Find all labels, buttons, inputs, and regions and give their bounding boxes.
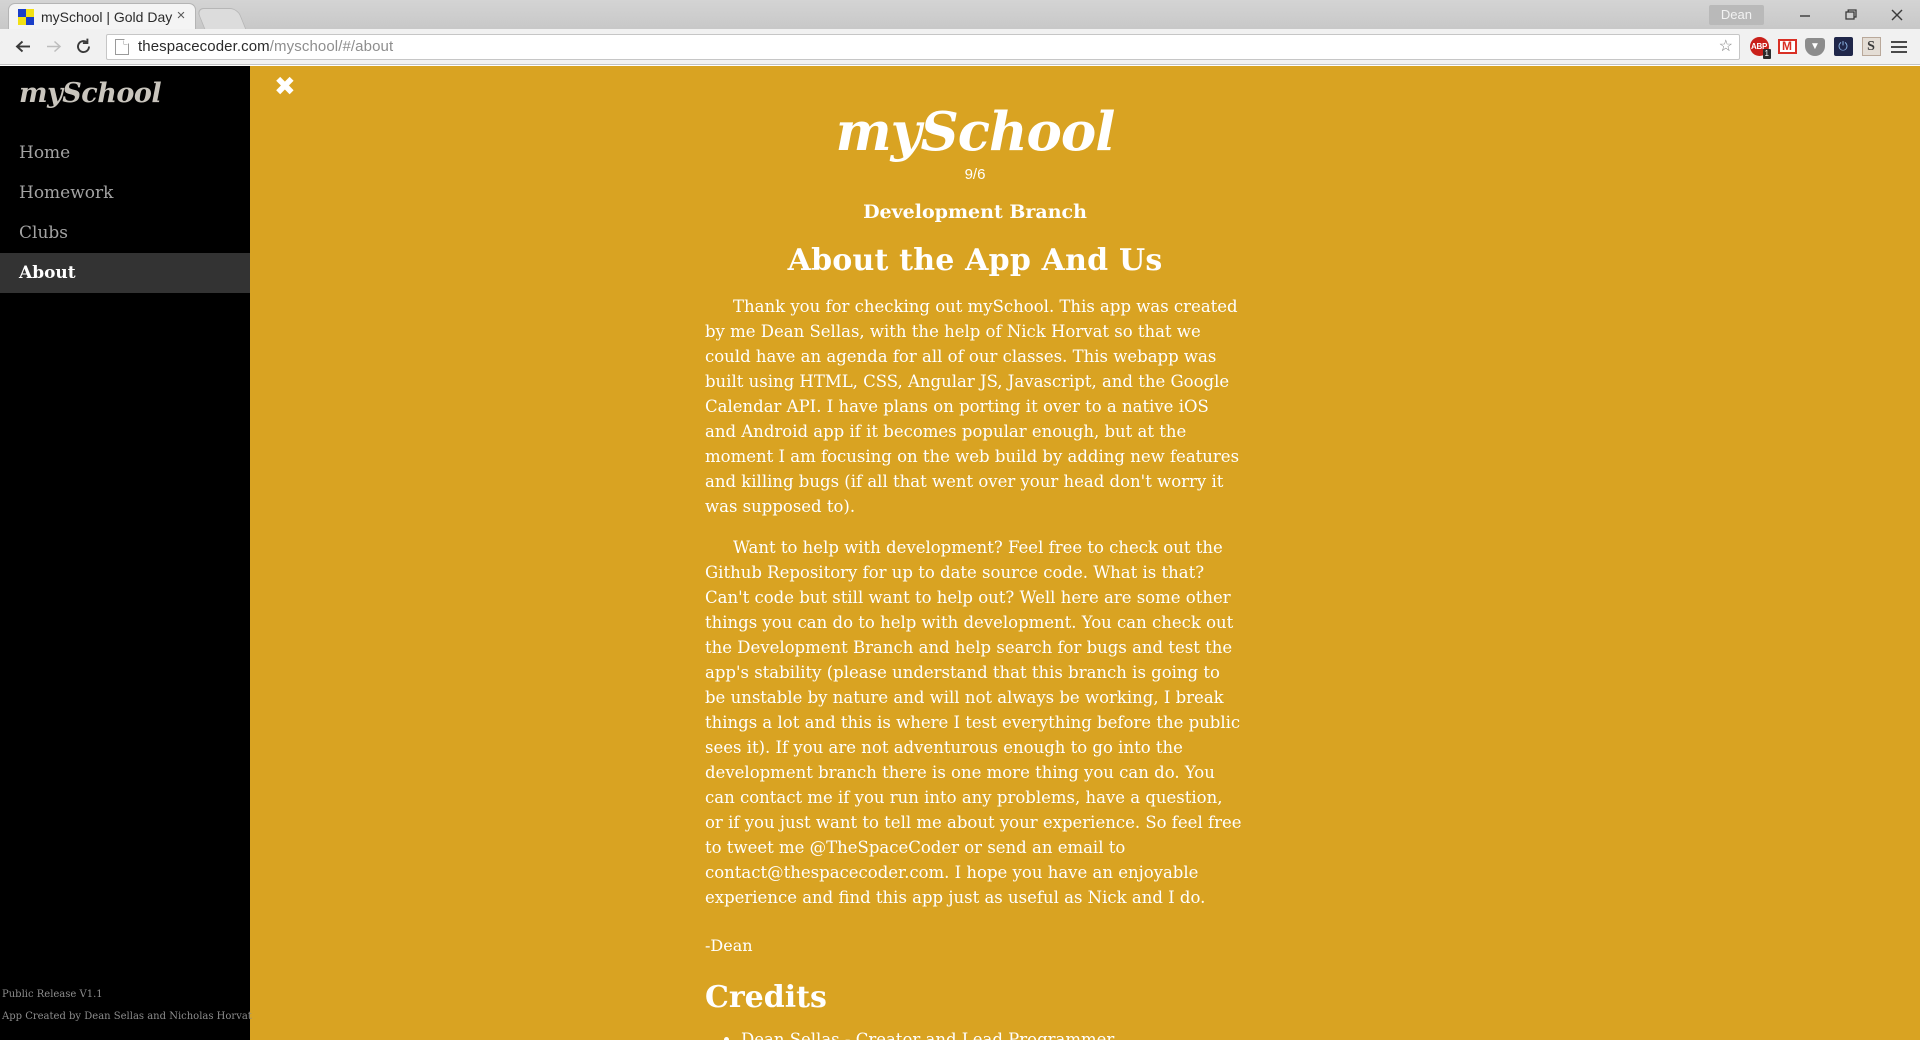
current-date: 9/6 bbox=[964, 166, 986, 183]
tab-title: mySchool | Gold Day bbox=[41, 8, 173, 25]
signature: -Dean bbox=[705, 936, 753, 955]
gmail-icon[interactable]: M bbox=[1774, 34, 1800, 60]
sidebar-footer: Public Release V1.1 App Created by Dean … bbox=[0, 984, 252, 1028]
browser-window: mySchool | Gold Day × Dean thespacecoder… bbox=[0, 0, 1920, 1040]
address-bar[interactable]: thespacecoder.com/myschool/#/about ☆ bbox=[106, 33, 1740, 60]
window-controls: Dean bbox=[1708, 0, 1920, 29]
maximize-button[interactable] bbox=[1828, 0, 1874, 29]
main-content: ✖ mySchool 9/6 Development Branch About … bbox=[250, 66, 1920, 1040]
close-window-button[interactable] bbox=[1874, 0, 1920, 29]
bookmark-star-icon[interactable]: ☆ bbox=[1719, 38, 1733, 55]
sidebar-item-about[interactable]: About bbox=[0, 253, 250, 293]
stumbleupon-icon[interactable]: S bbox=[1858, 34, 1884, 60]
pocket-icon[interactable]: ▼ bbox=[1802, 34, 1828, 60]
favicon-icon bbox=[18, 8, 34, 25]
list-item: Dean Sellas - Creator and Lead Programme… bbox=[741, 1029, 1245, 1040]
close-icon[interactable]: ✖ bbox=[274, 74, 296, 100]
page-viewport: mySchool Home Homework Clubs About Publi… bbox=[0, 66, 1920, 1040]
sidebar: mySchool Home Homework Clubs About Publi… bbox=[0, 66, 252, 1040]
content-column: mySchool 9/6 Development Branch About th… bbox=[705, 66, 1245, 1040]
page-title: About the App And Us bbox=[787, 243, 1163, 278]
app-credit-text: App Created by Dean Sellas and Nicholas … bbox=[2, 1011, 252, 1022]
adblock-badge: 1 bbox=[1762, 48, 1771, 59]
about-paragraph-1: Thank you for checking out mySchool. Thi… bbox=[705, 297, 1240, 516]
browser-toolbar: thespacecoder.com/myschool/#/about ☆ ABP… bbox=[0, 29, 1920, 65]
extension-bar: ABP 1 M ▼ ⏻ S bbox=[1746, 34, 1912, 60]
tab-strip: mySchool | Gold Day × Dean bbox=[0, 0, 1920, 29]
page-info-icon[interactable] bbox=[115, 38, 129, 55]
url-domain: thespacecoder.com bbox=[138, 38, 270, 55]
sidebar-nav: Home Homework Clubs About bbox=[0, 133, 250, 293]
branch-label: Development Branch bbox=[863, 201, 1087, 223]
url-path: /myschool/#/about bbox=[269, 38, 394, 55]
about-paragraph-2: Want to help with development? Feel free… bbox=[705, 538, 1242, 907]
reload-button-icon[interactable] bbox=[68, 32, 98, 62]
adblock-plus-icon[interactable]: ABP 1 bbox=[1746, 34, 1772, 60]
credits-list: Dean Sellas - Creator and Lead Programme… bbox=[741, 1029, 1245, 1040]
app-logo: mySchool bbox=[835, 101, 1116, 163]
sidebar-item-clubs[interactable]: Clubs bbox=[0, 213, 250, 253]
back-button-icon[interactable] bbox=[8, 32, 38, 62]
power-toggle-icon[interactable]: ⏻ bbox=[1830, 34, 1856, 60]
tab-close-icon[interactable]: × bbox=[173, 8, 189, 25]
sidebar-item-homework[interactable]: Homework bbox=[0, 173, 250, 213]
browser-tab-myschool[interactable]: mySchool | Gold Day × bbox=[8, 3, 196, 29]
url-text: thespacecoder.com/myschool/#/about bbox=[138, 38, 393, 55]
release-version-text: Public Release V1.1 bbox=[2, 989, 103, 1000]
chrome-menu-icon[interactable] bbox=[1886, 34, 1912, 60]
sidebar-brand[interactable]: mySchool bbox=[0, 66, 250, 109]
profile-button[interactable]: Dean bbox=[1708, 4, 1764, 25]
sidebar-item-home[interactable]: Home bbox=[0, 133, 250, 173]
forward-button-icon bbox=[38, 32, 68, 62]
credits-heading: Credits bbox=[705, 980, 827, 1015]
new-tab-button[interactable] bbox=[195, 8, 247, 29]
minimize-button[interactable] bbox=[1782, 0, 1828, 29]
